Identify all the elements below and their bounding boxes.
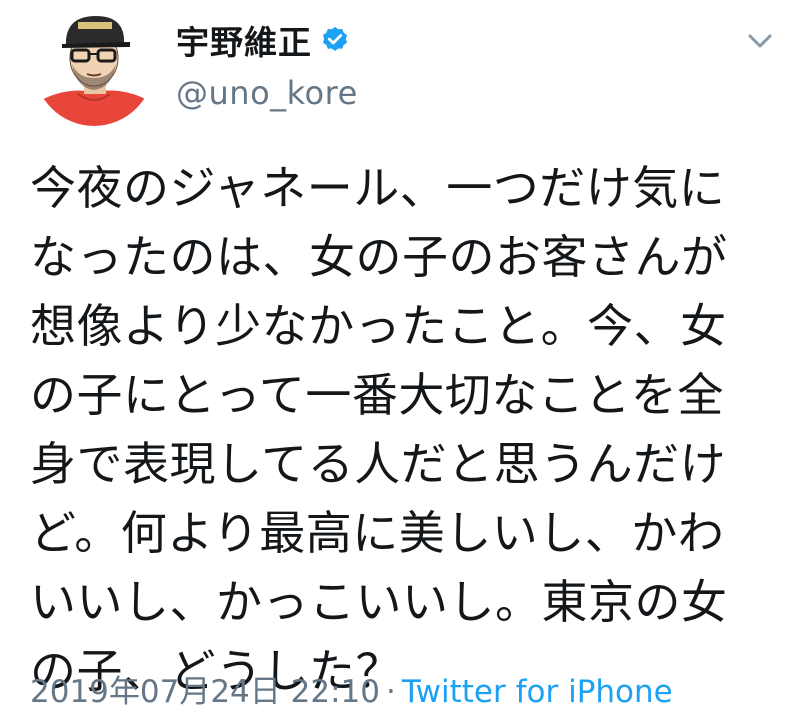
tweet-text-line: ど。何より最高に美しいし、かわ xyxy=(30,506,725,560)
user-handle[interactable]: @uno_kore xyxy=(176,74,358,112)
author-name-row[interactable]: 宇野維正 xyxy=(176,14,350,66)
tweet-text-line: 想像より少なかったこと。今、女 xyxy=(30,299,727,353)
tweet-meta: 2019年07月24日 22:10 · Twitter for iPhone xyxy=(30,666,673,711)
avatar[interactable] xyxy=(34,6,154,126)
tweet-text: 今夜のジャネール、一つだけ気に なったのは、女の子のお客さんが 想像より少なかっ… xyxy=(30,154,786,706)
verified-badge-icon xyxy=(320,25,350,55)
source-link[interactable]: Twitter for iPhone xyxy=(402,674,673,710)
tweet-text-line: 今夜のジャネール、一つだけ気に xyxy=(30,161,726,215)
tweet-text-line: いいし、かっこいいし。東京の女 xyxy=(30,575,728,629)
tweet-text-line: 身で表現してる人だと思うんだけ xyxy=(30,437,727,491)
tweet-text-line: なったのは、女の子のお客さんが xyxy=(30,230,728,284)
tweet-card: 宇野維正 @uno_kore 今夜のジャネール、一つだけ気に なったのは、女の子… xyxy=(0,0,800,726)
tweet-text-line: の子にとって一番大切なことを全 xyxy=(30,368,724,422)
display-name[interactable]: 宇野維正 xyxy=(176,16,312,64)
meta-separator: · xyxy=(385,674,396,710)
timestamp[interactable]: 2019年07月24日 22:10 xyxy=(30,674,380,710)
chevron-down-icon[interactable] xyxy=(742,26,778,56)
avatar-illustration xyxy=(34,6,154,126)
